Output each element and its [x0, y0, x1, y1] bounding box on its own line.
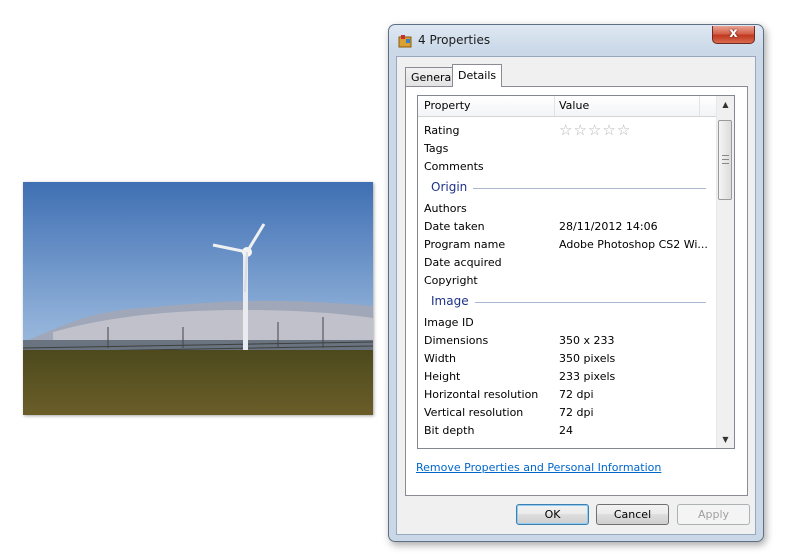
property-label: Bit depth [424, 424, 475, 437]
list-header: Property Value [418, 96, 716, 117]
group-header-image: Image [418, 293, 716, 311]
property-label: Comments [424, 160, 484, 173]
group-title: Origin [431, 180, 474, 194]
list-row[interactable]: Date taken 28/11/2012 14:06 [418, 218, 716, 236]
star-icon[interactable]: ☆ [559, 122, 572, 138]
list-row[interactable]: Horizontal resolution 72 dpi [418, 386, 716, 404]
group-title: Image [431, 294, 475, 308]
list-row-rating[interactable]: Rating ☆☆☆☆☆ [418, 122, 716, 140]
ok-button[interactable]: OK [516, 504, 589, 525]
scroll-down-arrow-icon[interactable]: ▼ [717, 431, 734, 448]
list-row[interactable]: Authors [418, 200, 716, 218]
properties-list[interactable]: Property Value Rating ☆☆☆☆☆ Tags Comment… [417, 95, 735, 449]
column-header-property[interactable]: Property [424, 96, 555, 116]
grip-icon [722, 155, 729, 164]
list-row[interactable]: Program name Adobe Photoshop CS2 Wi... [418, 236, 716, 254]
property-value: 72 dpi [559, 406, 594, 419]
property-value: 350 x 233 [559, 334, 615, 347]
apply-button[interactable]: Apply [677, 504, 750, 525]
list-row-tags[interactable]: Tags [418, 140, 716, 158]
window-title: 4 Properties [418, 33, 491, 47]
property-label: Height [424, 370, 461, 383]
properties-app-icon [398, 35, 412, 48]
property-value: 24 [559, 424, 573, 437]
star-icon[interactable]: ☆ [602, 122, 615, 138]
star-icon[interactable]: ☆ [573, 122, 586, 138]
property-value: 28/11/2012 14:06 [559, 220, 658, 233]
property-label: Authors [424, 202, 467, 215]
scrollbar-thumb[interactable] [718, 120, 732, 200]
property-label: Copyright [424, 274, 478, 287]
property-label: Date taken [424, 220, 485, 233]
close-button[interactable]: x [712, 26, 755, 44]
cancel-button[interactable]: Cancel [596, 504, 669, 525]
list-row[interactable]: Vertical resolution 72 dpi [418, 404, 716, 422]
property-label: Vertical resolution [424, 406, 524, 419]
rating-stars[interactable]: ☆☆☆☆☆ [559, 122, 631, 138]
wind-turbine-photo [23, 182, 373, 415]
property-label: Width [424, 352, 456, 365]
group-divider [468, 188, 706, 189]
list-row-comments[interactable]: Comments [418, 158, 716, 176]
close-icon: x [729, 26, 738, 41]
list-row[interactable]: Bit depth 24 [418, 422, 716, 440]
property-value: 72 dpi [559, 388, 594, 401]
property-label: Dimensions [424, 334, 489, 347]
tab-details[interactable]: Details [452, 64, 503, 87]
property-value: 233 pixels [559, 370, 616, 383]
star-icon[interactable]: ☆ [588, 122, 601, 138]
star-icon[interactable]: ☆ [617, 122, 630, 138]
vertical-scrollbar[interactable]: ▲ ▼ [716, 96, 734, 448]
property-label: Date acquired [424, 256, 502, 269]
list-row[interactable]: Date acquired [418, 254, 716, 272]
property-label: Image ID [424, 316, 474, 329]
title-bar[interactable]: 4 Properties x [389, 25, 763, 55]
list-row[interactable]: Dimensions 350 x 233 [418, 332, 716, 350]
list-row[interactable]: Height 233 pixels [418, 368, 716, 386]
list-row[interactable]: Image ID [418, 314, 716, 332]
property-value: 350 pixels [559, 352, 616, 365]
property-label: Program name [424, 238, 506, 251]
property-label: Rating [424, 124, 460, 137]
scroll-up-arrow-icon[interactable]: ▲ [717, 96, 734, 113]
property-value: Adobe Photoshop CS2 Wi... [559, 238, 708, 251]
list-row[interactable]: Width 350 pixels [418, 350, 716, 368]
property-label: Tags [424, 142, 449, 155]
list-row[interactable]: Copyright [418, 272, 716, 290]
properties-dialog: 4 Properties x General Details Property … [388, 24, 764, 542]
column-header-value[interactable]: Value [559, 96, 700, 116]
group-header-origin: Origin [418, 179, 716, 197]
group-divider [468, 302, 706, 303]
property-label: Horizontal resolution [424, 388, 539, 401]
dialog-client-area: General Details Property Value Rating ☆☆… [396, 56, 756, 535]
remove-properties-link[interactable]: Remove Properties and Personal Informati… [416, 461, 661, 474]
details-panel: Property Value Rating ☆☆☆☆☆ Tags Comment… [405, 86, 748, 496]
